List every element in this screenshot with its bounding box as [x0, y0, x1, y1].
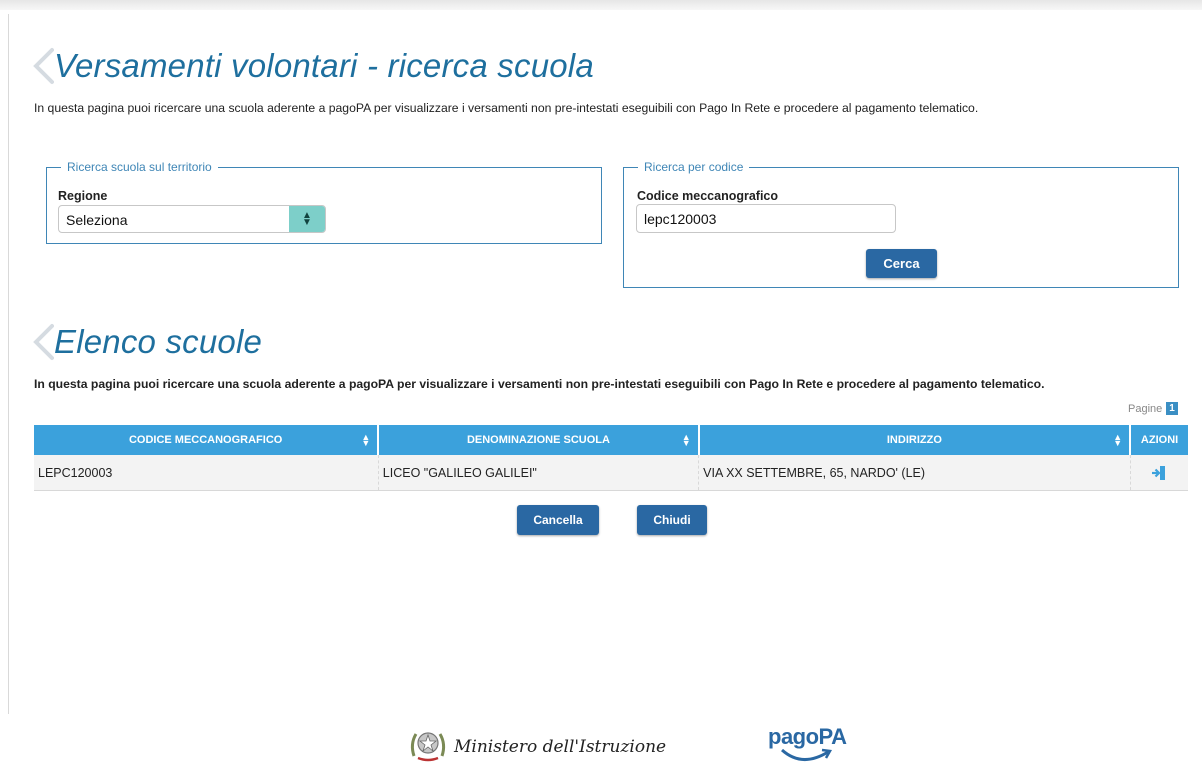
pages-label: Pagine [1128, 402, 1163, 415]
column-header-label: DENOMINAZIONE SCUOLA [466, 434, 610, 446]
codice-meccanografico-input[interactable]: lepc120003 [636, 204, 896, 233]
left-border-line [8, 14, 9, 714]
cerca-button[interactable]: Cerca [866, 249, 937, 278]
ministero-text: Ministero dell'Istruzione [454, 736, 667, 757]
column-header-azioni: AZIONI [1130, 425, 1188, 455]
top-shadow-bar [0, 0, 1202, 10]
column-header-indirizzo[interactable]: INDIRIZZO ▲ ▼ [698, 425, 1132, 455]
page-title-block: Versamenti volontari - ricerca scuola [32, 46, 594, 86]
codice-meccanografico-label: Codice meccanografico [637, 189, 779, 203]
pagopa-swoosh-icon [780, 748, 833, 761]
territorio-legend: Ricerca scuola sul territorio [67, 160, 212, 174]
column-header-label: CODICE MECCANOGRAFICO [128, 434, 283, 446]
cancella-button[interactable]: Cancella [517, 505, 599, 535]
cell-indirizzo: VIA XX SETTEMBRE, 65, NARDO' (LE) [698, 455, 1131, 491]
column-header-label: AZIONI [1140, 434, 1179, 446]
sort-icon: ▲ ▼ [1113, 432, 1123, 448]
chiudi-button[interactable]: Chiudi [637, 505, 707, 535]
sort-icon: ▲ ▼ [681, 432, 691, 448]
updown-arrows-icon: ▲ ▼ [289, 206, 325, 232]
column-header-denominazione[interactable]: DENOMINAZIONE SCUOLA ▲ ▼ [378, 425, 700, 455]
ministero-logo: Ministero dell'Istruzione [408, 726, 666, 767]
page-number-link[interactable]: 1 [1166, 402, 1178, 415]
results-intro-text: In questa pagina puoi ricercare una scuo… [34, 377, 1045, 391]
title-decoration-icon [32, 46, 54, 86]
page-intro-text: In questa pagina puoi ricercare una scuo… [34, 101, 979, 115]
cell-denominazione: LICEO "GALILEO GALILEI" [378, 455, 700, 491]
results-title: Elenco scuole [54, 323, 263, 360]
italian-emblem-icon [408, 726, 448, 767]
codice-legend: Ricerca per codice [644, 160, 744, 174]
sort-icon: ▲ ▼ [361, 432, 371, 448]
page-title: Versamenti volontari - ricerca scuola [54, 47, 594, 84]
pagopa-logo: pagoPA [768, 722, 848, 766]
title-decoration-icon [32, 322, 54, 362]
table-row: LEPC120003 LICEO "GALILEO GALILEI" VIA X… [34, 455, 1188, 491]
results-title-block: Elenco scuole [32, 322, 262, 362]
regione-select-value: Seleziona [66, 212, 128, 228]
enter-icon[interactable] [1151, 465, 1167, 481]
results-table: CODICE MECCANOGRAFICO ▲ ▼ DENOMINAZIONE S… [34, 425, 1188, 491]
cell-azioni [1130, 455, 1188, 491]
column-header-codice[interactable]: CODICE MECCANOGRAFICO ▲ ▼ [34, 425, 380, 455]
regione-label: Regione [58, 189, 108, 203]
column-header-label: INDIRIZZO [886, 434, 942, 446]
cell-codice: LEPC120003 [34, 455, 379, 491]
regione-select[interactable]: Seleziona ▲ ▼ [58, 205, 326, 233]
pagination: Pagine 1 [1128, 402, 1178, 415]
